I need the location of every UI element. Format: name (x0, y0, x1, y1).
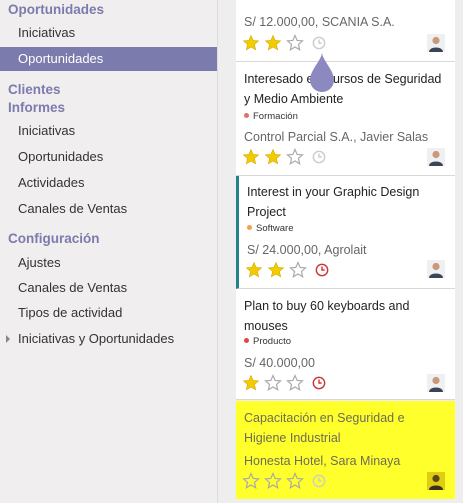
tag-label: Software (256, 223, 294, 234)
card-title: Capacitación en Seguridad e Higiene Indu… (244, 411, 405, 445)
sidebar-item-iniciativas-y-oportunidades[interactable]: Iniciativas y Oportunidades (0, 327, 217, 351)
card-info: Control Parcial S.A., Javier Salas (244, 130, 429, 144)
kanban-card-highlighted[interactable]: Capacitación en Seguridad e Higiene Indu… (236, 401, 455, 499)
star-icon[interactable] (242, 148, 260, 166)
avatar-image (427, 260, 445, 278)
avatar-image (427, 374, 445, 392)
clock-icon[interactable] (315, 263, 329, 277)
tag-dot (244, 337, 249, 343)
card-title: Plan to buy 60 keyboards and mouses (244, 299, 410, 333)
star-icon[interactable] (267, 261, 285, 279)
card-tag: Software (247, 223, 294, 234)
clock-icon[interactable] (312, 376, 326, 390)
star-icon[interactable] (242, 34, 260, 52)
sidebar-item-ajustes[interactable]: Ajustes (0, 251, 217, 275)
avatar-image (427, 472, 445, 490)
section-informes: Informes (8, 100, 66, 115)
star-icon[interactable] (242, 374, 260, 392)
sidebar-item-tipos-de-actividad[interactable]: Tipos de actividad (0, 301, 217, 325)
clock-icon[interactable] (312, 474, 326, 488)
star-icon[interactable] (242, 472, 260, 490)
sidebar-item-actividades[interactable]: Actividades (0, 171, 217, 195)
kanban-card[interactable]: Interest in your Graphic Design Project … (236, 176, 455, 289)
card-priority[interactable] (242, 472, 330, 490)
section-clientes[interactable]: Clientes (8, 82, 61, 97)
card-priority[interactable] (242, 148, 330, 166)
clock-icon[interactable] (312, 150, 326, 164)
tag-dot (247, 224, 252, 230)
sidebar-item-config-canales[interactable]: Canales de Ventas (0, 276, 217, 300)
star-icon[interactable] (245, 261, 263, 279)
card-priority[interactable] (242, 374, 330, 392)
card-info: S/ 24.000,00, Agrolait (247, 243, 367, 257)
kanban-card[interactable]: S/ 12.000,00, SCANIA S.A. (236, 0, 455, 62)
user-avatar (427, 34, 445, 52)
caret-right-icon (6, 335, 10, 343)
tag-label: Formación (253, 111, 298, 122)
card-info: S/ 40.000,00 (244, 356, 315, 370)
avatar-image (427, 34, 445, 52)
card-tag: Producto (244, 336, 291, 347)
user-avatar (427, 260, 445, 278)
sidebar-item-informes-iniciativas[interactable]: Iniciativas (0, 119, 217, 143)
card-info: Honesta Hotel, Sara Minaya (244, 454, 401, 468)
sidebar-item-iniciativas[interactable]: Iniciativas (0, 21, 217, 45)
kanban-card[interactable]: Plan to buy 60 keyboards and mouses Prod… (236, 289, 455, 400)
tag-dot (244, 112, 249, 118)
sidebar-item-oportunidades[interactable]: Oportunidades (0, 47, 217, 71)
star-icon[interactable] (286, 374, 304, 392)
star-icon[interactable] (286, 148, 304, 166)
star-icon[interactable] (289, 261, 307, 279)
star-icon[interactable] (264, 148, 282, 166)
sidebar-item-label: Iniciativas y Oportunidades (18, 331, 175, 346)
card-tag: Formación (244, 111, 298, 122)
card-priority[interactable] (245, 261, 333, 279)
sidebar: Oportunidades Iniciativas Oportunidades … (0, 0, 218, 503)
card-title: Interesado en Cursos de Seguridad y Medi… (244, 72, 442, 106)
section-configuracion: Configuración (8, 231, 100, 246)
star-icon[interactable] (286, 34, 304, 52)
card-priority[interactable] (242, 34, 330, 52)
sidebar-item-informes-oportunidades[interactable]: Oportunidades (0, 145, 217, 169)
section-oportunidades: Oportunidades (8, 2, 105, 17)
card-title: Interest in your Graphic Design Project (247, 185, 420, 219)
card-amount-partner: S/ 12.000,00, SCANIA S.A. (244, 15, 395, 29)
tag-label: Producto (253, 336, 292, 347)
kanban-column: S/ 12.000,00, SCANIA S.A. Interesado en … (218, 0, 463, 503)
user-avatar (427, 472, 445, 490)
star-icon[interactable] (264, 374, 282, 392)
drag-pointer-icon (310, 52, 334, 92)
sidebar-item-canales-de-ventas[interactable]: Canales de Ventas (0, 197, 217, 221)
kanban-card[interactable]: Interesado en Cursos de Seguridad y Medi… (236, 62, 455, 176)
user-avatar (427, 374, 445, 392)
user-avatar (427, 148, 445, 166)
clock-icon[interactable] (312, 36, 326, 50)
avatar-image (427, 148, 445, 166)
star-icon[interactable] (286, 472, 304, 490)
star-icon[interactable] (264, 34, 282, 52)
star-icon[interactable] (264, 472, 282, 490)
